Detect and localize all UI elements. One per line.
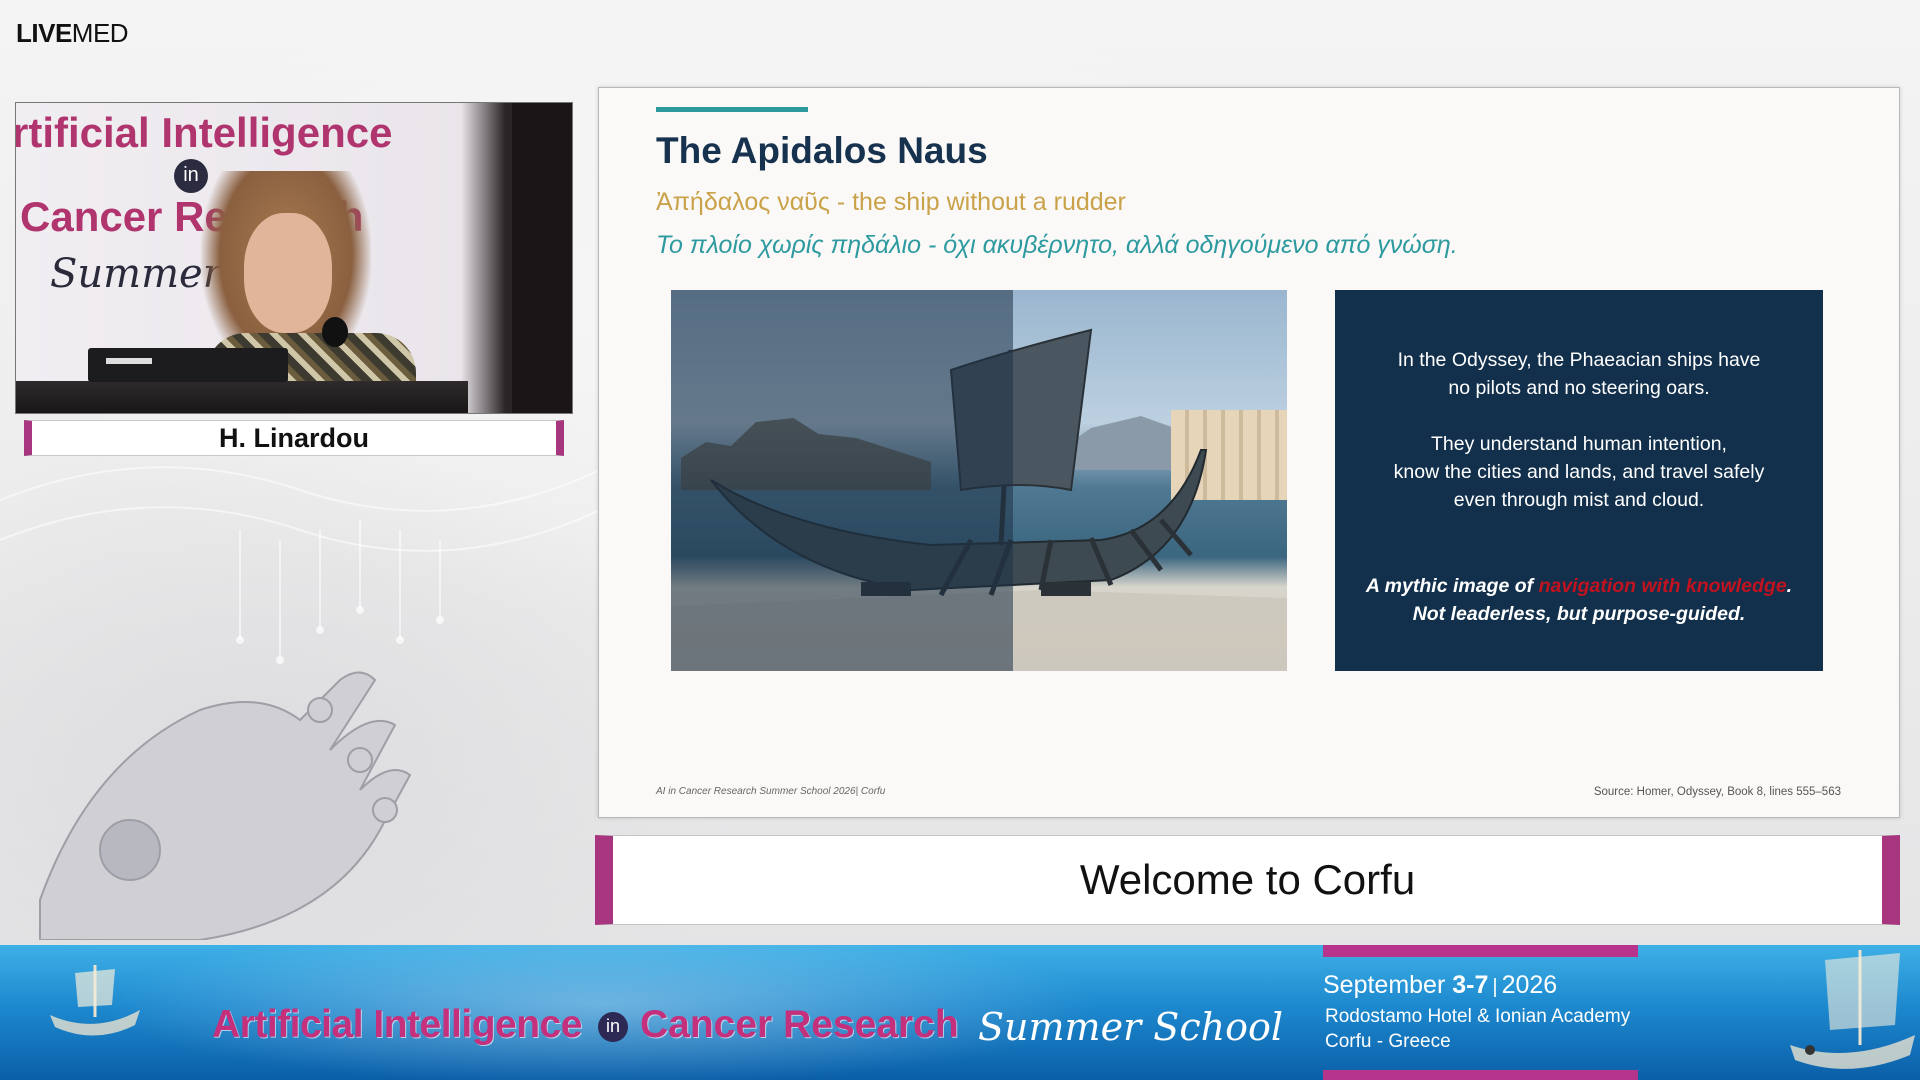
- slide-footer-left: AI in Cancer Research Summer School 2026…: [656, 786, 886, 797]
- banner-date: September 3-7 | 2026: [1323, 971, 1557, 1000]
- banner-location: Corfu - Greece: [1325, 1031, 1451, 1052]
- textbox-p2-line2: know the cities and lands, and travel sa…: [1393, 461, 1765, 483]
- slide-footer-source: Source: Homer, Odyssey, Book 8, lines 55…: [1593, 786, 1841, 798]
- presentation-slide: The Apidalos Naus Ἀπήδαλος ναῦς - the sh…: [598, 87, 1900, 818]
- slide-title: The Apidalos Naus: [656, 130, 988, 171]
- speaker-video: rtificial Intelligence in Cancer Reh Sum…: [15, 102, 573, 414]
- textbox-p3-highlight: navigation with knowledge: [1538, 575, 1787, 597]
- slide-greek-line: Το πλοίο χωρίς πηδάλιο - όχι ακυβέρνητο,…: [656, 231, 1458, 259]
- laptop: [88, 348, 288, 382]
- slide-accent-bar: [656, 107, 808, 112]
- ancient-ship-right-icon: [1790, 950, 1915, 1069]
- textbox-p3-line1: A mythic image of navigation with knowle…: [1335, 572, 1823, 600]
- logo-bold-text: LIVE: [16, 18, 72, 48]
- textbox-paragraph-2: They understand human intention, know th…: [1335, 430, 1823, 514]
- banner-summer-school: Summer School: [978, 1005, 1284, 1049]
- speaker-name-plate: H. Linardou: [24, 420, 564, 456]
- banner-date-prefix: September: [1323, 971, 1453, 999]
- banner-accent-bottom: [1323, 1070, 1638, 1080]
- video-banner-line2-start: Cancer Re: [20, 193, 228, 240]
- video-background-dark: [512, 103, 572, 413]
- textbox-paragraph-1: In the Odyssey, the Phaeacian ships have…: [1335, 346, 1823, 402]
- textbox-p3-suffix: .: [1786, 575, 1793, 597]
- textbox-p3-prefix: A mythic image of: [1365, 575, 1539, 597]
- textbox-p1-line1: In the Odyssey, the Phaeacian ships have: [1397, 349, 1761, 371]
- caption-bar: Welcome to Corfu: [595, 835, 1900, 925]
- banner-accent-top: [1323, 945, 1638, 957]
- laptop-sticker: [106, 358, 152, 364]
- ancient-ship-icon: [50, 965, 140, 1036]
- photo-dark-overlay: [671, 290, 1013, 671]
- banner-date-separator: |: [1492, 976, 1498, 998]
- event-banner: Artificial Intelligence in Cancer Resear…: [0, 945, 1920, 1080]
- textbox-p1-line2: no pilots and no steering oars.: [1448, 377, 1710, 399]
- odyssey-textbox: In the Odyssey, the Phaeacian ships have…: [1335, 290, 1823, 671]
- textbox-p3-line2: Not leaderless, but purpose-guided.: [1412, 603, 1746, 625]
- banner-title-2: Cancer Research: [640, 1003, 959, 1046]
- banner-venue: Rodostamo Hotel & Ionian Academy: [1325, 1006, 1631, 1027]
- textbox-p2-line1: They understand human intention,: [1431, 433, 1727, 455]
- microphone-icon: [322, 317, 348, 347]
- textbox-paragraph-3: A mythic image of navigation with knowle…: [1335, 572, 1823, 628]
- slide-subtitle: Ἀπήδαλος ναῦς - the ship without a rudde…: [656, 188, 1126, 216]
- banner-date-year: 2026: [1501, 971, 1558, 999]
- banner-date-days: 3-7: [1452, 971, 1489, 999]
- livemed-logo: LIVEMED: [16, 18, 129, 49]
- video-banner-line3: Summer: [50, 251, 222, 297]
- textbox-p2-line3: even through mist and cloud.: [1453, 489, 1705, 511]
- logo-regular-text: MED: [71, 18, 129, 48]
- ship-photo: [671, 290, 1287, 671]
- speaker-face: [244, 213, 332, 333]
- banner-in-badge: in: [598, 1012, 628, 1042]
- podium: [16, 381, 468, 413]
- video-banner-line1: rtificial Intelligence: [15, 109, 393, 156]
- robot-hand-illustration: [0, 466, 600, 940]
- banner-title: Artificial Intelligence: [212, 1003, 582, 1046]
